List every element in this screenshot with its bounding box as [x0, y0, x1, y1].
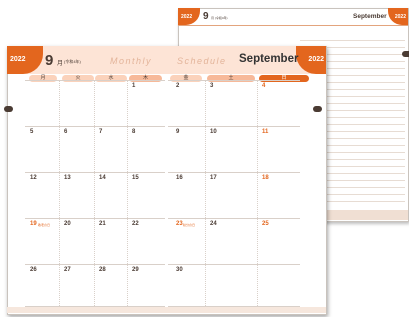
back-note-line [325, 187, 405, 188]
back-note-line [325, 145, 405, 146]
day-number[interactable]: 15 [132, 175, 139, 181]
grid-row-line [168, 218, 300, 219]
monthly-label: Monthly [110, 56, 153, 66]
day-number[interactable]: 9 [176, 129, 179, 135]
day-number[interactable]: 13 [64, 175, 71, 181]
back-month-english: September [353, 13, 387, 20]
back-note-line [325, 152, 405, 153]
day-number[interactable]: 10 [210, 129, 217, 135]
grid-col-line [59, 80, 60, 306]
back-note-line [325, 166, 405, 167]
grid-col-line [205, 80, 206, 306]
grid-col-line [257, 80, 258, 306]
schedule-label: Schedule [177, 56, 227, 66]
day-number[interactable]: 16 [176, 175, 183, 181]
back-note-line [325, 138, 405, 139]
back-year-right: 2022 [394, 14, 406, 20]
back-note-line [325, 159, 405, 160]
holiday-label-23: 秋分の日 [183, 223, 196, 227]
day-number[interactable]: 14 [99, 175, 106, 181]
reiwa-era: (令和4年) [64, 59, 81, 64]
grid-col-line [94, 80, 95, 306]
day-number[interactable]: 21 [99, 221, 106, 227]
grid-row-line [25, 264, 165, 265]
month-kanji: 月 [57, 61, 64, 67]
day-number[interactable]: 11 [262, 129, 268, 135]
grid-row-line [168, 264, 300, 265]
day-number[interactable]: 26 [30, 267, 37, 273]
day-number[interactable]: 12 [30, 175, 37, 181]
month-number: 9 [45, 52, 54, 69]
day-number[interactable]: 3 [210, 83, 213, 89]
month-english: September [239, 53, 299, 65]
day-number[interactable]: 19 [30, 221, 37, 227]
day-number[interactable]: 8 [132, 129, 135, 135]
day-number[interactable]: 29 [132, 267, 139, 273]
day-number[interactable]: 22 [132, 221, 139, 227]
back-page-tab [402, 51, 409, 57]
back-month-number: 9 [203, 11, 209, 22]
front-page-header: 2022 2022 9 月 (令和4年) Monthly Schedule Se… [7, 46, 326, 82]
front-bottom-band [7, 307, 326, 313]
day-number[interactable]: 4 [262, 83, 265, 89]
back-month-sub: 月 (令和4年) [211, 16, 228, 20]
back-note-line [325, 173, 405, 174]
day-number[interactable]: 2 [176, 83, 179, 89]
back-note-line [325, 131, 405, 132]
grid-row-line [25, 126, 165, 127]
grid-row-line [168, 172, 300, 173]
day-number[interactable]: 20 [64, 221, 71, 227]
day-number[interactable]: 27 [64, 267, 71, 273]
day-number[interactable]: 1 [132, 83, 135, 89]
grid-row-line [168, 80, 300, 81]
back-note-line [325, 180, 405, 181]
grid-row-line [25, 172, 165, 173]
back-note-line [325, 117, 405, 118]
back-note-line [325, 89, 405, 90]
year-right: 2022 [308, 56, 324, 63]
grid-row-line [168, 126, 300, 127]
day-number[interactable]: 17 [210, 175, 217, 181]
back-note-line [325, 103, 405, 104]
back-note-line [325, 96, 405, 97]
binder-tab-middle [313, 106, 322, 112]
day-number[interactable]: 30 [176, 267, 183, 273]
day-number[interactable]: 6 [64, 129, 67, 135]
back-note-line [325, 194, 405, 195]
back-note-line [325, 110, 405, 111]
back-note-line [325, 201, 405, 202]
year-left: 2022 [10, 56, 26, 63]
day-number[interactable]: 5 [30, 129, 33, 135]
day-number[interactable]: 25 [262, 221, 269, 227]
day-number[interactable]: 18 [262, 175, 269, 181]
back-note-line [325, 82, 405, 83]
back-year: 2022 [181, 14, 193, 20]
back-note-line [325, 124, 405, 125]
grid-row-line [25, 218, 165, 219]
day-number[interactable]: 7 [99, 129, 102, 135]
front-calendar-page [7, 46, 327, 315]
day-number[interactable]: 23 [176, 221, 183, 227]
back-page-header: 2022 9 月 (令和4年) September 2022 [178, 8, 408, 26]
day-number[interactable]: 28 [99, 267, 106, 273]
back-note-line [300, 40, 405, 41]
holiday-label-19: 敬老の日 [38, 223, 51, 227]
day-number[interactable]: 24 [210, 221, 217, 227]
binder-tab-left [4, 106, 13, 112]
grid-col-line [127, 80, 128, 306]
grid-row-line [25, 80, 165, 81]
